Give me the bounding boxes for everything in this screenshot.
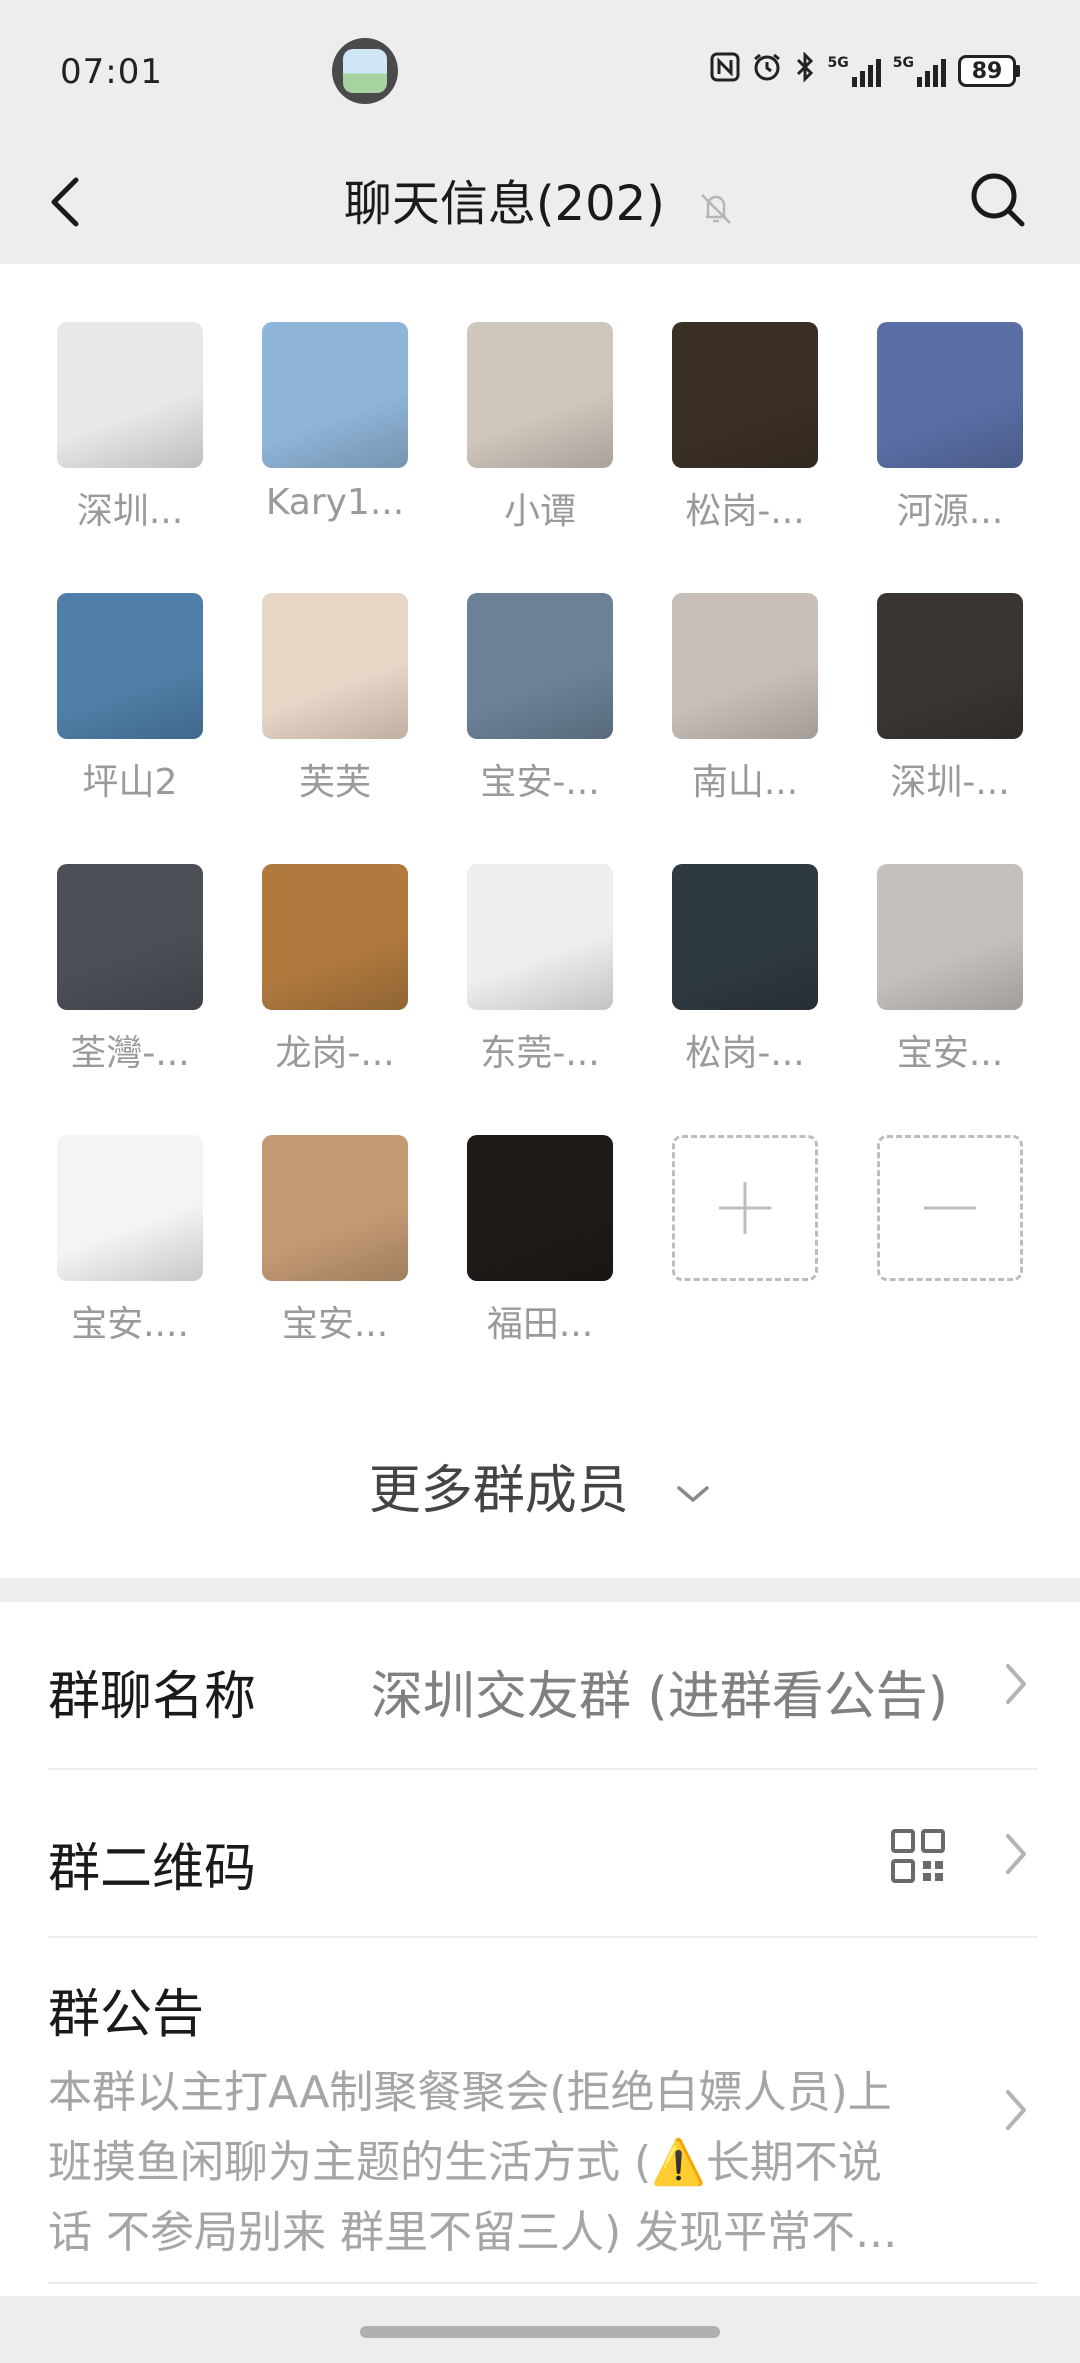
member-name: 深圳-... — [890, 762, 1010, 803]
plus-icon — [719, 1182, 771, 1234]
avatar[interactable] — [877, 864, 1023, 1010]
member-item[interactable]: 松岗-... — [672, 864, 818, 1076]
avatar[interactable] — [57, 864, 203, 1010]
add-member-button[interactable] — [672, 1135, 818, 1281]
battery-icon: 89 — [958, 55, 1020, 87]
avatar[interactable] — [672, 593, 818, 739]
avatar[interactable] — [877, 593, 1023, 739]
member-name: 福田... — [486, 1304, 594, 1345]
avatar[interactable] — [57, 1135, 203, 1281]
member-item[interactable]: Kary1... — [262, 322, 408, 523]
avatar[interactable] — [262, 1135, 408, 1281]
remove-member-tile[interactable] — [877, 1135, 1023, 1281]
notice-line: 话 不参局别来 群里不留三人) 发现平常不... — [48, 2207, 898, 2258]
page-title: 聊天信息(202) — [0, 164, 1080, 234]
minus-icon — [924, 1206, 976, 1210]
member-name: 龙岗-... — [275, 1033, 395, 1074]
chevron-down-icon — [677, 1486, 710, 1502]
member-item[interactable]: 松岗-... — [672, 322, 818, 534]
signal-2-icon: 5G — [893, 55, 946, 87]
status-icons: 5G 5G 89 — [710, 51, 1020, 90]
member-item[interactable]: 宝安... — [262, 1135, 408, 1347]
more-members-button[interactable]: 更多群成员 — [0, 1448, 1080, 1523]
group-notice-row[interactable]: 群公告 本群以主打AA制聚餐聚会(拒绝白嫖人员)上 班摸鱼闲聊为主题的生活方式 … — [48, 1938, 1038, 2284]
group-name-value: 深圳交友群 (进群看公告) — [370, 1667, 948, 1727]
status-time: 07:01 — [60, 52, 163, 92]
member-item[interactable]: 福田... — [467, 1135, 613, 1347]
more-members-label: 更多群成员 — [368, 1461, 629, 1521]
member-item[interactable]: 深圳-... — [877, 593, 1023, 805]
group-qr-label: 群二维码 — [48, 1839, 257, 1899]
bluetooth-icon — [794, 51, 816, 90]
bell-off-icon — [701, 194, 732, 224]
page-title-text: 聊天信息(202) — [343, 176, 665, 232]
member-name: 小谭 — [503, 491, 576, 532]
member-name: 深圳... — [76, 491, 184, 532]
group-qr-row[interactable]: 群二维码 — [48, 1770, 1038, 1938]
member-name: 南山... — [691, 762, 799, 803]
member-name: 荃灣-... — [70, 1033, 190, 1074]
member-name: 宝安-... — [480, 762, 600, 803]
member-name: 宝安... — [281, 1304, 389, 1345]
member-name: 宝安... — [896, 1033, 1004, 1074]
member-name: 宝安.... — [71, 1304, 189, 1345]
add-member-tile[interactable] — [672, 1135, 818, 1281]
member-name: 东莞-... — [480, 1033, 600, 1074]
group-name-label: 群聊名称 — [48, 1667, 257, 1727]
avatar[interactable] — [467, 593, 613, 739]
member-item[interactable]: 荃灣-... — [57, 864, 203, 1076]
avatar[interactable] — [57, 322, 203, 468]
member-name: Kary1... — [265, 482, 405, 523]
avatar[interactable] — [262, 864, 408, 1010]
member-name: 芙芙 — [298, 762, 371, 803]
floating-app-icon[interactable] — [332, 38, 398, 104]
avatar[interactable] — [672, 864, 818, 1010]
nfc-icon — [710, 52, 740, 90]
member-item[interactable]: 芙芙 — [262, 593, 408, 805]
member-item[interactable]: 小谭 — [467, 322, 613, 534]
avatar[interactable] — [467, 322, 613, 468]
member-item[interactable]: 南山... — [672, 593, 818, 805]
remove-member-button[interactable] — [877, 1135, 1023, 1281]
member-item[interactable]: 宝安.... — [57, 1135, 203, 1347]
group-name-row[interactable]: 群聊名称 深圳交友群 (进群看公告) — [48, 1602, 1038, 1770]
nav-bar: 聊天信息(202) — [0, 140, 1080, 264]
member-item[interactable]: 东莞-... — [467, 864, 613, 1076]
avatar[interactable] — [262, 593, 408, 739]
member-item[interactable]: 宝安... — [877, 864, 1023, 1076]
avatar[interactable] — [672, 322, 818, 468]
avatar[interactable] — [877, 322, 1023, 468]
chevron-right-icon — [1006, 1834, 1026, 1874]
avatar[interactable] — [57, 593, 203, 739]
search-icon — [971, 173, 1025, 227]
member-item[interactable]: 河源... — [877, 322, 1023, 534]
section-divider — [0, 1578, 1080, 1602]
member-item[interactable]: 深圳... — [57, 322, 203, 534]
member-item[interactable]: 龙岗-... — [262, 864, 408, 1076]
chevron-right-icon — [1006, 1664, 1026, 1704]
member-item[interactable]: 坪山2 — [57, 593, 203, 805]
group-notice-text: 本群以主打AA制聚餐聚会(拒绝白嫖人员)上 班摸鱼闲聊为主题的生活方式 (⚠️长… — [48, 2058, 968, 2268]
group-notice-label: 群公告 — [48, 1985, 205, 2045]
member-name: 河源... — [896, 491, 1004, 532]
home-indicator[interactable] — [360, 2326, 720, 2338]
member-name: 坪山2 — [82, 762, 178, 803]
member-name: 松岗-... — [685, 491, 805, 532]
chevron-right-icon — [1006, 2090, 1026, 2130]
alarm-icon — [752, 52, 782, 90]
member-item[interactable]: 宝安-... — [467, 593, 613, 805]
avatar[interactable] — [467, 864, 613, 1010]
search-button[interactable] — [960, 162, 1036, 238]
avatar[interactable] — [467, 1135, 613, 1281]
member-name: 松岗-... — [685, 1033, 805, 1074]
avatar[interactable] — [262, 322, 408, 468]
qr-code-icon — [891, 1829, 945, 1883]
signal-1-icon: 5G — [828, 55, 881, 87]
status-bar: 07:01 5G 5G 89 — [0, 0, 1080, 140]
notice-line: 本群以主打AA制聚餐聚会(拒绝白嫖人员)上 — [48, 2067, 892, 2118]
notice-line: 班摸鱼闲聊为主题的生活方式 (⚠️长期不说 — [48, 2137, 882, 2188]
